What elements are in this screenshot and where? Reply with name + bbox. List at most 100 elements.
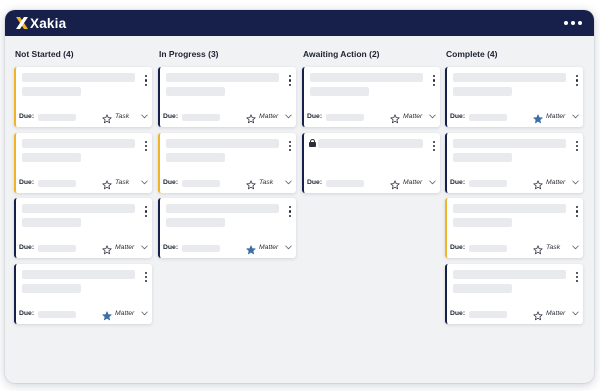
due-label: Due: <box>163 178 179 186</box>
matter-card[interactable]: Due: Matter <box>445 67 583 127</box>
subtitle-placeholder <box>166 87 225 96</box>
card-type-label: Task <box>259 178 274 186</box>
logo-text: Xakia <box>30 15 67 31</box>
title-placeholder <box>453 269 566 279</box>
task-card[interactable]: Due: Task <box>158 132 296 193</box>
matter-card[interactable]: Due: Matter <box>158 67 296 127</box>
due-date-placeholder <box>469 245 507 252</box>
chevron-down-icon[interactable] <box>285 245 292 250</box>
more-vertical-icon[interactable] <box>144 206 148 217</box>
chevron-down-icon[interactable] <box>285 180 292 185</box>
star-icon[interactable] <box>390 111 400 124</box>
due-date-placeholder <box>38 114 76 121</box>
chevron-down-icon[interactable] <box>141 180 148 185</box>
due-date-placeholder <box>469 114 507 121</box>
due-date-placeholder <box>38 310 76 318</box>
title-placeholder <box>310 73 423 82</box>
matter-card[interactable]: Due: Matter <box>302 132 440 193</box>
chevron-down-icon[interactable] <box>572 311 579 316</box>
more-vertical-icon[interactable] <box>432 75 436 86</box>
chevron-down-icon[interactable] <box>572 114 579 119</box>
due-label: Due: <box>450 178 466 186</box>
chevron-down-icon[interactable] <box>572 245 579 250</box>
title-placeholder <box>22 204 135 213</box>
due-date-placeholder <box>469 310 507 318</box>
title-placeholder <box>166 204 279 213</box>
chevron-down-icon[interactable] <box>141 114 148 119</box>
star-icon[interactable] <box>102 242 112 255</box>
due-date-placeholder <box>38 245 76 252</box>
star-icon[interactable] <box>533 111 543 124</box>
more-vertical-icon[interactable] <box>288 75 292 86</box>
board-column: Complete (4) Due: Matter Due: Matter Due: Task… <box>445 47 583 324</box>
due-label: Due: <box>307 178 323 186</box>
chevron-down-icon[interactable] <box>285 114 292 119</box>
matter-card[interactable]: Due: Matter <box>445 132 583 193</box>
title-placeholder <box>453 204 566 213</box>
subtitle-placeholder <box>166 152 225 162</box>
logo[interactable]: Xakia <box>15 10 66 36</box>
due-label: Due: <box>450 113 466 120</box>
title-placeholder <box>453 138 566 148</box>
more-horizontal-icon[interactable] <box>564 10 582 36</box>
chevron-down-icon[interactable] <box>141 311 148 316</box>
column-title: Awaiting Action (2) <box>303 49 380 59</box>
more-vertical-icon[interactable] <box>575 271 579 283</box>
star-icon[interactable] <box>533 242 543 255</box>
matter-card[interactable]: Due: Matter <box>445 263 583 324</box>
card-type-label: Matter <box>403 178 423 186</box>
matter-card[interactable]: Due: Matter <box>14 263 152 324</box>
card-type-label: Task <box>115 178 130 186</box>
due-label: Due: <box>19 178 35 186</box>
star-icon[interactable] <box>246 111 256 124</box>
star-icon[interactable] <box>533 308 543 320</box>
due-label: Due: <box>19 113 35 120</box>
due-date-placeholder <box>182 245 220 252</box>
star-icon[interactable] <box>102 308 112 320</box>
subtitle-placeholder <box>166 218 225 227</box>
more-vertical-icon[interactable] <box>144 271 148 283</box>
more-vertical-icon[interactable] <box>144 75 148 86</box>
star-icon[interactable] <box>102 111 112 124</box>
card-type-label: Matter <box>115 309 135 317</box>
more-vertical-icon[interactable] <box>575 75 579 86</box>
title-placeholder <box>22 269 135 279</box>
more-vertical-icon[interactable] <box>288 140 292 152</box>
column-title: Complete (4) <box>446 49 498 59</box>
star-icon[interactable] <box>246 177 256 189</box>
title-placeholder <box>166 138 279 148</box>
star-icon[interactable] <box>533 177 543 189</box>
more-vertical-icon[interactable] <box>432 140 436 152</box>
board-column: Awaiting Action (2) Due: Matter Due: Matter <box>302 47 440 193</box>
star-icon[interactable] <box>102 177 112 189</box>
more-vertical-icon[interactable] <box>144 140 148 152</box>
task-card[interactable]: Due: Task <box>445 198 583 258</box>
column-title: In Progress (3) <box>159 49 219 59</box>
column-title: Not Started (4) <box>15 49 74 59</box>
matter-card[interactable]: Due: Matter <box>14 198 152 258</box>
due-date-placeholder <box>469 179 507 187</box>
more-vertical-icon[interactable] <box>575 140 579 152</box>
star-icon[interactable] <box>246 242 256 255</box>
lock-icon <box>309 138 316 148</box>
matter-card[interactable]: Due: Matter <box>302 67 440 127</box>
chevron-down-icon[interactable] <box>572 180 579 185</box>
more-vertical-icon[interactable] <box>575 206 579 217</box>
due-label: Due: <box>19 244 35 251</box>
xakia-logo-icon <box>16 17 28 29</box>
chevron-down-icon[interactable] <box>141 245 148 250</box>
title-placeholder <box>22 73 135 82</box>
star-icon[interactable] <box>390 177 400 189</box>
title-placeholder <box>166 73 279 82</box>
subtitle-placeholder <box>453 152 512 162</box>
subtitle-placeholder <box>22 218 81 227</box>
task-card[interactable]: Due: Task <box>14 67 152 127</box>
chevron-down-icon[interactable] <box>429 114 436 119</box>
task-card[interactable]: Due: Task <box>14 132 152 193</box>
subtitle-placeholder <box>453 283 512 293</box>
matter-card[interactable]: Due: Matter <box>158 198 296 258</box>
due-date-placeholder <box>326 179 364 187</box>
chevron-down-icon[interactable] <box>429 180 436 185</box>
more-vertical-icon[interactable] <box>288 206 292 217</box>
due-date-placeholder <box>182 114 220 121</box>
